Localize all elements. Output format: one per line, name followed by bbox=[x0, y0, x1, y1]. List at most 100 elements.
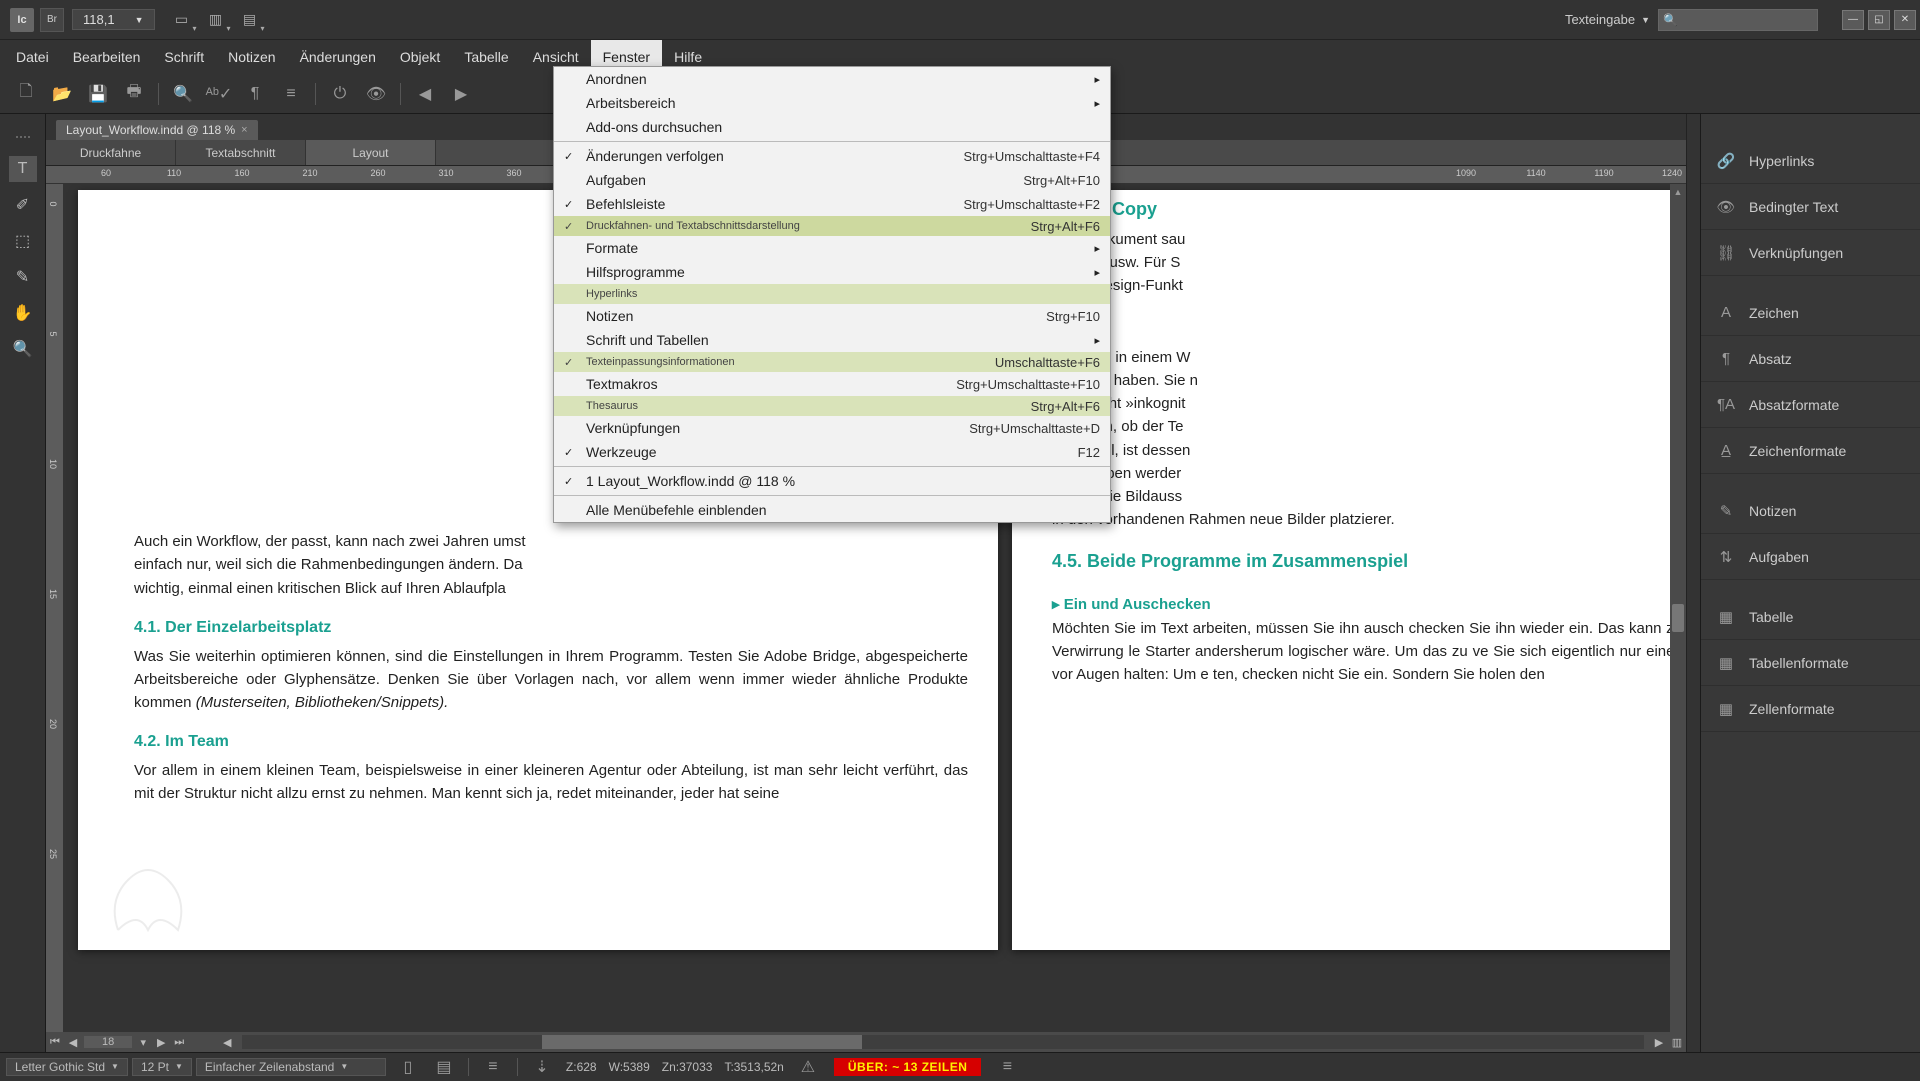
menu-item[interactable]: NotizenStrg+F10 bbox=[554, 304, 1110, 328]
menu-item[interactable]: Add-ons durchsuchen bbox=[554, 115, 1110, 139]
panel-tabelle[interactable]: ▦Tabelle bbox=[1701, 594, 1920, 640]
panel-absatz[interactable]: ¶Absatz bbox=[1701, 336, 1920, 382]
menu-item[interactable]: ✓WerkzeugeF12 bbox=[554, 440, 1110, 464]
workspace-dropdown[interactable]: Texteingabe ▼ bbox=[1565, 12, 1650, 27]
status-menu-icon[interactable]: ≡ bbox=[993, 1053, 1021, 1081]
maximize-button[interactable]: ◱ bbox=[1868, 10, 1890, 30]
view-tab-textabschnitt[interactable]: Textabschnitt bbox=[176, 140, 306, 165]
menu-item[interactable]: ✓Druckfahnen- und Textabschnittsdarstell… bbox=[554, 216, 1110, 236]
menu-item[interactable]: VerknüpfungenStrg+Umschalttaste+D bbox=[554, 416, 1110, 440]
scroll-up-icon[interactable]: ▲ bbox=[1670, 184, 1686, 200]
menu-lines-icon[interactable]: ≡ bbox=[277, 80, 305, 108]
panel-hyperlinks[interactable]: 🔗Hyperlinks bbox=[1701, 138, 1920, 184]
menu-item[interactable]: AufgabenStrg+Alt+F10 bbox=[554, 168, 1110, 192]
view-tab-druckfahne[interactable]: Druckfahne bbox=[46, 140, 176, 165]
menu-item[interactable]: ✓TexteinpassungsinformationenUmschalttas… bbox=[554, 352, 1110, 372]
menu-objekt[interactable]: Objekt bbox=[388, 40, 452, 74]
hscroll-left-icon[interactable]: ◀ bbox=[218, 1036, 236, 1049]
menu-bearbeiten[interactable]: Bearbeiten bbox=[61, 40, 153, 74]
check-icon: ✓ bbox=[564, 220, 573, 233]
menu-item-label: Textmakros bbox=[586, 376, 658, 392]
panel-notizen[interactable]: ✎Notizen bbox=[1701, 488, 1920, 534]
find-icon[interactable]: 🔍 bbox=[169, 80, 197, 108]
show-hidden-icon[interactable]: ¶ bbox=[241, 80, 269, 108]
first-page-icon[interactable]: ⏮ bbox=[46, 1036, 64, 1049]
menu-änderungen[interactable]: Änderungen bbox=[288, 40, 388, 74]
power-icon[interactable]: ⏻ bbox=[326, 80, 354, 108]
position-tool-icon[interactable]: ⬚ bbox=[9, 228, 37, 254]
menu-item[interactable]: ✓Änderungen verfolgenStrg+Umschalttaste+… bbox=[554, 144, 1110, 168]
panel-verknüpfungen[interactable]: ⛓Verknüpfungen bbox=[1701, 230, 1920, 276]
note-tool-icon[interactable]: ✐ bbox=[9, 192, 37, 218]
panel-zeichenformate[interactable]: A̲Zeichenformate bbox=[1701, 428, 1920, 474]
zoom-tool-icon[interactable]: 🔍 bbox=[9, 336, 37, 362]
menu-item[interactable]: Hilfsprogramme bbox=[554, 260, 1110, 284]
nav-back-icon[interactable]: ◀ bbox=[411, 80, 439, 108]
menu-item-label: Texteinpassungsinformationen bbox=[586, 356, 735, 368]
hscroll-right-icon[interactable]: ▶ bbox=[1650, 1036, 1668, 1049]
close-button[interactable]: ✕ bbox=[1894, 10, 1916, 30]
close-tab-icon[interactable]: × bbox=[241, 124, 247, 136]
panel-aufgaben[interactable]: ⇅Aufgaben bbox=[1701, 534, 1920, 580]
horizontal-scrollbar[interactable] bbox=[242, 1035, 1644, 1049]
chevron-down-icon: ▼ bbox=[1641, 15, 1650, 25]
menu-item[interactable]: Schrift und Tabellen bbox=[554, 328, 1110, 352]
stats-menu-icon[interactable]: ≡ bbox=[479, 1053, 507, 1081]
nav-forward-icon[interactable]: ▶ bbox=[447, 80, 475, 108]
page-dropdown-icon[interactable]: ▾ bbox=[134, 1036, 152, 1049]
leading-dropdown[interactable]: Einfacher Zeilenabstand▼ bbox=[196, 1058, 386, 1076]
panel-bedingter-text[interactable]: 👁Bedingter Text bbox=[1701, 184, 1920, 230]
panel-collapse-strip[interactable] bbox=[1686, 114, 1700, 1080]
next-page-icon[interactable]: ▶ bbox=[152, 1036, 170, 1049]
menu-item[interactable]: Arbeitsbereich bbox=[554, 91, 1110, 115]
menu-notizen[interactable]: Notizen bbox=[216, 40, 287, 74]
minimize-button[interactable]: — bbox=[1842, 10, 1864, 30]
save-icon[interactable]: 💾 bbox=[84, 80, 112, 108]
menu-item[interactable]: Anordnen bbox=[554, 67, 1110, 91]
bridge-icon[interactable]: Br bbox=[40, 8, 64, 32]
eyedropper-tool-icon[interactable]: ✎ bbox=[9, 264, 37, 290]
zoom-level-dropdown[interactable]: 118,1 ▼ bbox=[72, 9, 155, 30]
menu-item[interactable]: Alle Menübefehle einblenden bbox=[554, 498, 1110, 522]
panel-zeichen[interactable]: AZeichen bbox=[1701, 290, 1920, 336]
menu-item[interactable]: ✓BefehlsleisteStrg+Umschalttaste+F2 bbox=[554, 192, 1110, 216]
body-text-italic: (Musterseiten, Bibliotheken/Snippets). bbox=[196, 694, 449, 711]
hand-tool-icon[interactable]: ✋ bbox=[9, 300, 37, 326]
preview-icon[interactable]: 👁 bbox=[362, 80, 390, 108]
last-page-icon[interactable]: ⏭ bbox=[170, 1036, 188, 1049]
font-family-dropdown[interactable]: Letter Gothic Std▼ bbox=[6, 1058, 128, 1076]
panel-zellenformate[interactable]: ▦Zellenformate bbox=[1701, 686, 1920, 732]
search-input[interactable]: 🔍 bbox=[1658, 9, 1818, 31]
menu-item[interactable]: Hyperlinks bbox=[554, 284, 1110, 304]
print-icon[interactable]: 🖶 bbox=[120, 80, 148, 108]
menu-datei[interactable]: Datei bbox=[4, 40, 61, 74]
font-size-dropdown[interactable]: 12 Pt▼ bbox=[132, 1058, 192, 1076]
panel-tabellenformate[interactable]: ▦Tabellenformate bbox=[1701, 640, 1920, 686]
scrollbar-thumb[interactable] bbox=[1672, 604, 1684, 632]
menu-tabelle[interactable]: Tabelle bbox=[452, 40, 520, 74]
open-icon[interactable]: 📂 bbox=[48, 80, 76, 108]
panel-grip[interactable] bbox=[8, 136, 38, 142]
scrollbar-thumb[interactable] bbox=[542, 1035, 862, 1049]
type-tool-icon[interactable]: T bbox=[9, 156, 37, 182]
menu-item[interactable]: ✓1 Layout_Workflow.indd @ 118 % bbox=[554, 469, 1110, 493]
prev-page-icon[interactable]: ◀ bbox=[64, 1036, 82, 1049]
menu-item[interactable]: ThesaurusStrg+Alt+F6 bbox=[554, 396, 1110, 416]
view-options-icon[interactable]: ▤ bbox=[237, 8, 263, 32]
columns-icon[interactable]: ▯ bbox=[394, 1053, 422, 1081]
spellcheck-icon[interactable]: ᴬᵇ✓ bbox=[205, 80, 233, 108]
screen-mode-icon[interactable]: ▭ bbox=[169, 8, 195, 32]
view-tab-layout[interactable]: Layout bbox=[306, 140, 436, 165]
page-number-field[interactable]: 18 bbox=[84, 1036, 132, 1048]
arrange-docs-icon[interactable]: ▥ bbox=[203, 8, 229, 32]
document-tab[interactable]: Layout_Workflow.indd @ 118 % × bbox=[56, 120, 258, 140]
baseline-icon[interactable]: ▤ bbox=[430, 1053, 458, 1081]
shortcut-label: Strg+F10 bbox=[1046, 309, 1100, 324]
menu-item[interactable]: Formate bbox=[554, 236, 1110, 260]
vertical-scrollbar[interactable]: ▲ ▼ bbox=[1670, 184, 1686, 1080]
panel-absatzformate[interactable]: ¶AAbsatzformate bbox=[1701, 382, 1920, 428]
new-icon[interactable]: 🗋 bbox=[12, 80, 40, 108]
menu-item[interactable]: TextmakrosStrg+Umschalttaste+F10 bbox=[554, 372, 1110, 396]
menu-schrift[interactable]: Schrift bbox=[152, 40, 216, 74]
split-view-icon[interactable]: ▥ bbox=[1668, 1036, 1686, 1049]
